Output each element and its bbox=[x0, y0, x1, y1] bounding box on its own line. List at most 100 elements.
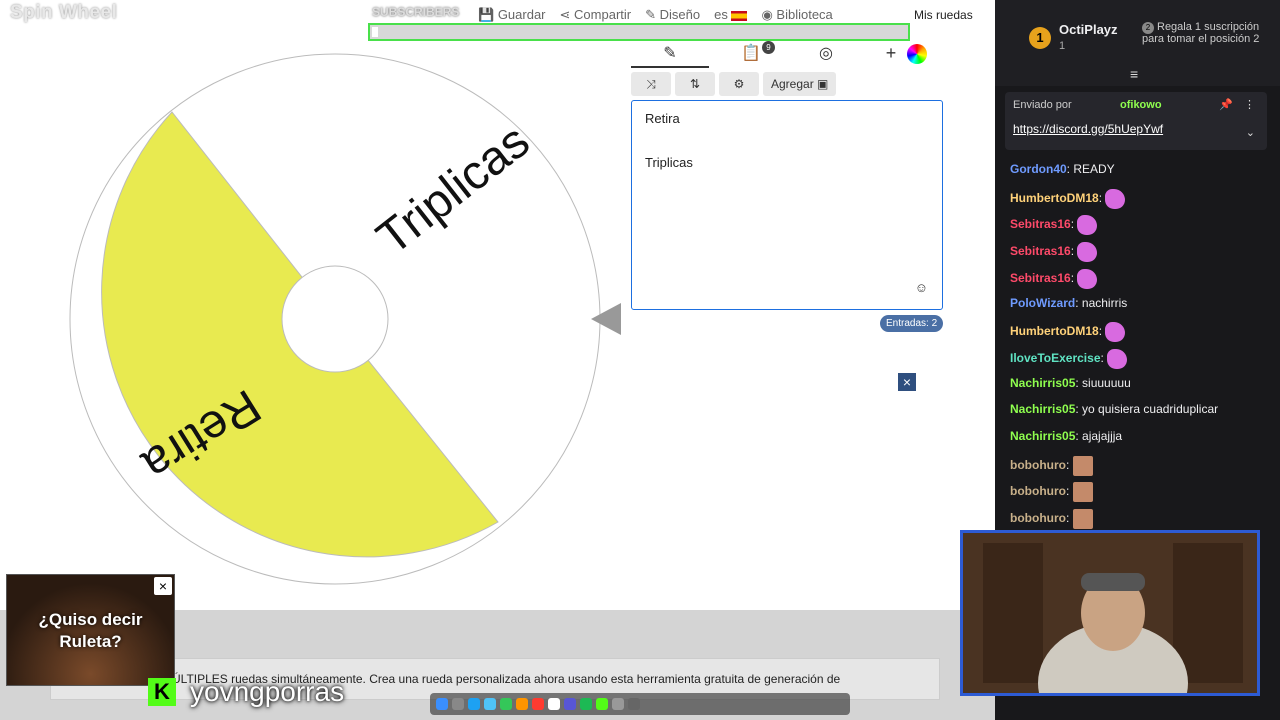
chat-panel: 1 OctiPlayz 1 2 Regala 1 suscripción para… bbox=[960, 0, 1280, 720]
chat-username[interactable]: Nachirris05 bbox=[1010, 429, 1075, 443]
wheel[interactable]: Triplicas Retira bbox=[68, 52, 602, 586]
chat-message: bobohuro: bbox=[1010, 509, 1093, 530]
collapse-icon[interactable]: ≡ bbox=[1130, 66, 1138, 82]
nav-language-label: es bbox=[714, 7, 728, 22]
chat-message: Gordon40: READY bbox=[1010, 162, 1115, 176]
top-gifter-count: 1 bbox=[1059, 40, 1066, 52]
emoji-icon[interactable]: ☺ bbox=[915, 280, 928, 295]
spotify-icon[interactable] bbox=[580, 698, 592, 710]
pinned-user[interactable]: ofikowo bbox=[1120, 99, 1162, 111]
finder-icon[interactable] bbox=[436, 698, 448, 710]
chat-username[interactable]: Nachirris05 bbox=[1010, 376, 1075, 390]
emote-icon bbox=[1105, 188, 1126, 209]
nav-library[interactable]: ◉ Biblioteca bbox=[761, 7, 832, 23]
pinned-by-label: Enviado por bbox=[1013, 99, 1072, 111]
entry-line: Triplicas bbox=[645, 155, 693, 170]
ad-close-button[interactable]: × bbox=[154, 577, 172, 595]
nav-share[interactable]: ⋖ Compartir bbox=[560, 7, 632, 23]
chat-username[interactable]: PoloWizard bbox=[1010, 296, 1075, 310]
app-icon[interactable] bbox=[564, 698, 576, 710]
chat-message: IloveToExercise: bbox=[1010, 348, 1128, 369]
chat-username[interactable]: Sebitras16 bbox=[1010, 244, 1071, 258]
app-brand[interactable]: Spin Wheel bbox=[10, 2, 117, 24]
ad-text: ¿Quiso decir Ruleta? bbox=[38, 610, 143, 651]
sort-icon: ⇅ bbox=[689, 77, 701, 91]
roulette-ad[interactable]: ¿Quiso decir Ruleta? × bbox=[6, 574, 175, 686]
plus-icon: + bbox=[885, 42, 897, 63]
tab-hide[interactable]: ◎ bbox=[811, 40, 841, 66]
chat-username[interactable]: Sebitras16 bbox=[1010, 218, 1071, 232]
gear-icon: ⚙ bbox=[733, 77, 745, 91]
sort-button[interactable]: ⇅ bbox=[675, 72, 715, 96]
pinned-link[interactable]: https://discord.gg/5hUepYwf bbox=[1013, 122, 1163, 136]
nav-language[interactable]: es bbox=[714, 7, 748, 23]
chat-username[interactable]: HumbertoDM18 bbox=[1010, 324, 1099, 338]
pinned-message[interactable]: Enviado por ofikowo 📌 ⋮ https://discord.… bbox=[1005, 92, 1267, 150]
pin-icon[interactable]: 📌 bbox=[1219, 98, 1233, 111]
chat-username[interactable]: HumbertoDM18 bbox=[1010, 191, 1099, 205]
nav-design-label: Diseño bbox=[659, 7, 701, 22]
advanced-button[interactable]: ⚙ bbox=[719, 72, 759, 96]
add-wheel-button[interactable]: + bbox=[881, 40, 901, 66]
chat-message: Nachirris05: yo quisiera cuadriduplicar bbox=[1010, 402, 1218, 416]
entries-toolbar: ⤨ ⇅ ⚙ Agregar ▣ bbox=[631, 72, 837, 96]
entry-line: Retira bbox=[645, 111, 680, 126]
spain-flag-icon bbox=[731, 10, 748, 21]
chat-separator: : bbox=[1070, 270, 1078, 285]
webcam-image bbox=[963, 533, 1257, 693]
chat-separator: : bbox=[1075, 295, 1082, 310]
chat-username[interactable]: Nachirris05 bbox=[1010, 402, 1075, 416]
chat-text: READY bbox=[1073, 162, 1115, 176]
color-palette-icon[interactable] bbox=[907, 44, 927, 64]
app-icon[interactable] bbox=[516, 698, 528, 710]
emote-icon bbox=[1105, 322, 1126, 343]
nav-design[interactable]: ✎ Diseño bbox=[645, 7, 700, 23]
top-gifter-name[interactable]: OctiPlayz bbox=[1059, 22, 1118, 37]
chat-separator: : bbox=[1065, 511, 1073, 526]
close-ad-button[interactable]: × bbox=[898, 373, 916, 391]
chat-message: HumbertoDM18: bbox=[1010, 322, 1126, 343]
chat-username[interactable]: Gordon40 bbox=[1010, 162, 1067, 176]
chat-username[interactable]: Sebitras16 bbox=[1010, 271, 1071, 285]
app-icon[interactable] bbox=[596, 698, 608, 710]
shuffle-button[interactable]: ⤨ bbox=[631, 72, 671, 96]
chat-separator: : bbox=[1100, 351, 1108, 366]
app-icon[interactable] bbox=[468, 698, 480, 710]
chat-username[interactable]: IloveToExercise bbox=[1010, 351, 1101, 365]
my-wheels-link[interactable]: Mis ruedas bbox=[914, 8, 973, 22]
trash-icon[interactable] bbox=[628, 698, 640, 710]
app-icon[interactable] bbox=[532, 698, 544, 710]
chat-message: bobohuro: bbox=[1010, 455, 1093, 476]
app-icon[interactable] bbox=[500, 698, 512, 710]
kick-logo: K bbox=[148, 678, 176, 706]
nav-save[interactable]: 💾 Guardar bbox=[478, 7, 546, 23]
chat-text: nachirris bbox=[1081, 295, 1128, 310]
chat-username[interactable]: bobohuro bbox=[1010, 485, 1066, 499]
app-icon[interactable] bbox=[452, 698, 464, 710]
subscriber-goal-fill bbox=[372, 27, 378, 37]
chat-separator: : bbox=[1098, 190, 1106, 205]
emote-icon bbox=[1077, 242, 1098, 263]
entries-textarea[interactable]: Retira Triplicas ☺ bbox=[631, 100, 943, 310]
wheel-center[interactable] bbox=[281, 265, 389, 373]
tab-edit[interactable]: ✎ bbox=[631, 40, 709, 68]
subscriber-goal-bar bbox=[368, 23, 910, 41]
more-icon[interactable]: ⋮ bbox=[1244, 98, 1255, 111]
rank-badge: 1 bbox=[1029, 27, 1051, 49]
emote-icon bbox=[1077, 215, 1098, 236]
chevron-down-icon[interactable]: ⌄ bbox=[1246, 126, 1255, 139]
app-icon[interactable] bbox=[484, 698, 496, 710]
gift-note: 2 Regala 1 suscripción para tomar el posi… bbox=[1142, 22, 1272, 45]
chat-text: siuuuuuu bbox=[1082, 375, 1131, 390]
app-icon[interactable] bbox=[548, 698, 560, 710]
subscribers-overlay-label: SUBSCRIBERS bbox=[372, 5, 460, 19]
add-image-button[interactable]: Agregar ▣ bbox=[763, 72, 837, 96]
editor-tabs: ✎ 📋 9 ◎ + bbox=[631, 40, 943, 68]
chat-username[interactable]: bobohuro bbox=[1010, 458, 1066, 472]
emote-icon bbox=[1072, 509, 1093, 530]
gift-note-text: Regala 1 suscripción para tomar el posic… bbox=[1142, 21, 1260, 45]
app-icon[interactable] bbox=[612, 698, 624, 710]
add-image-label: Agregar bbox=[771, 77, 814, 91]
chat-message: Nachirris05: ajajajjja bbox=[1010, 429, 1122, 443]
chat-username[interactable]: bobohuro bbox=[1010, 511, 1066, 525]
